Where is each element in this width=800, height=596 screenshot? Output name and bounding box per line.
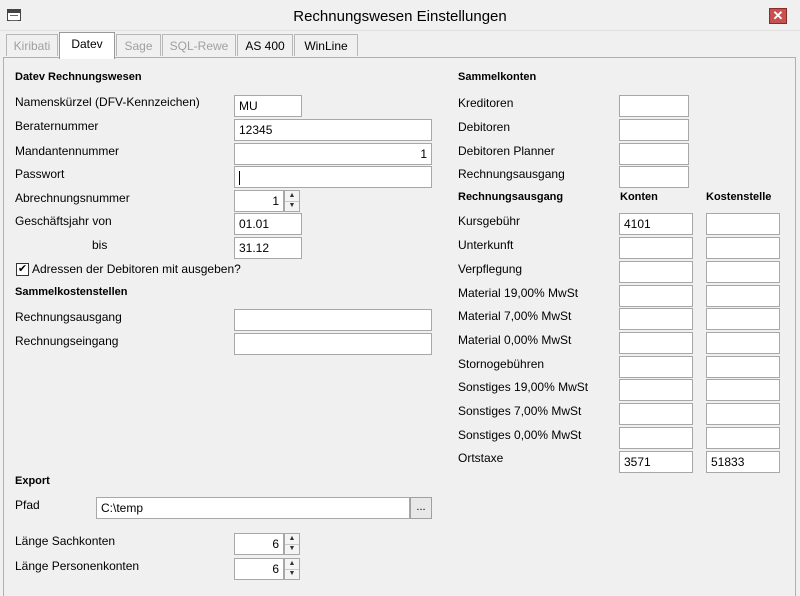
- konten-input[interactable]: [619, 403, 693, 425]
- laenge-sachkonten-spinner[interactable]: ▲ ▼: [284, 533, 300, 555]
- kostenstelle-input[interactable]: [706, 332, 780, 354]
- kostenstelle-input[interactable]: [706, 213, 780, 235]
- namenskuerzel-input[interactable]: MU: [234, 95, 302, 117]
- window-title: Rechnungswesen Einstellungen: [293, 8, 507, 25]
- tab-kiribati[interactable]: Kiribati: [6, 34, 58, 56]
- pfad-input[interactable]: C:\temp: [96, 497, 410, 519]
- spinner-down-icon[interactable]: ▼: [285, 569, 299, 579]
- beraternummer-input[interactable]: 12345: [234, 119, 432, 141]
- section-heading-datev: Datev Rechnungswesen: [15, 71, 142, 83]
- kst-rechnungsausgang-input[interactable]: [234, 309, 432, 331]
- konten-input[interactable]: [619, 261, 693, 283]
- mandantennummer-label: Mandantennummer: [15, 144, 120, 158]
- row-label: Stornogebühren: [458, 357, 545, 371]
- kostenstelle-input[interactable]: [706, 356, 780, 378]
- debitoren-planner-input[interactable]: [619, 143, 689, 165]
- beraternummer-label: Beraternummer: [15, 119, 99, 133]
- tab-as400[interactable]: AS 400: [237, 34, 293, 56]
- konten-input[interactable]: [619, 285, 693, 307]
- title-bar: Rechnungswesen Einstellungen ✕: [0, 0, 800, 31]
- pfad-label: Pfad: [15, 498, 40, 512]
- row-label: Sonstiges 19,00% MwSt: [458, 380, 589, 394]
- section-heading-export: Export: [15, 475, 50, 487]
- konten-input[interactable]: 4101: [619, 213, 693, 235]
- debitoren-planner-label: Debitoren Planner: [458, 144, 555, 158]
- row-label: Material 7,00% MwSt: [458, 309, 572, 323]
- geschaeftsjahr-bis-input[interactable]: 31.12: [234, 237, 302, 259]
- spinner-down-icon[interactable]: ▼: [285, 544, 299, 554]
- abrechnungsnummer-label: Abrechnungsnummer: [15, 191, 130, 205]
- konten-input[interactable]: [619, 237, 693, 259]
- row-label: Unterkunft: [458, 238, 514, 252]
- laenge-personenkonten-spinner[interactable]: ▲ ▼: [284, 558, 300, 580]
- section-heading-sammelkonten: Sammelkonten: [458, 71, 537, 83]
- text-cursor: [239, 170, 240, 185]
- kostenstelle-input[interactable]: [706, 403, 780, 425]
- kst-rechnungsausgang-label: Rechnungsausgang: [15, 310, 122, 324]
- kostenstelle-input[interactable]: [706, 237, 780, 259]
- row-label: Sonstiges 7,00% MwSt: [458, 404, 582, 418]
- passwort-input[interactable]: [234, 166, 432, 188]
- section-heading-sammelkostenstellen: Sammelkostenstellen: [15, 286, 128, 298]
- tab-sql-rewe[interactable]: SQL-Rewe: [162, 34, 236, 56]
- konten-input[interactable]: [619, 356, 693, 378]
- kreditoren-input[interactable]: [619, 95, 689, 117]
- debitoren-label: Debitoren: [458, 120, 511, 134]
- kst-rechnungseingang-input[interactable]: [234, 333, 432, 355]
- laenge-personenkonten-input[interactable]: 6: [234, 558, 284, 580]
- passwort-label: Passwort: [15, 167, 65, 181]
- column-header-konten: Konten: [620, 191, 658, 203]
- tab-sage[interactable]: Sage: [116, 34, 161, 56]
- konten-input[interactable]: [619, 332, 693, 354]
- abrechnungsnummer-input[interactable]: 1: [234, 190, 284, 212]
- tab-winline[interactable]: WinLine: [294, 34, 358, 56]
- namenskuerzel-label: Namenskürzel (DFV-Kennzeichen): [15, 95, 200, 109]
- konten-input[interactable]: [619, 308, 693, 330]
- row-label: Kursgebühr: [458, 214, 521, 228]
- laenge-personenkonten-label: Länge Personenkonten: [15, 559, 140, 573]
- geschaeftsjahr-von-input[interactable]: 01.01: [234, 213, 302, 235]
- kostenstelle-input[interactable]: [706, 261, 780, 283]
- laenge-sachkonten-label: Länge Sachkonten: [15, 534, 116, 548]
- abrechnungsnummer-spinner[interactable]: ▲ ▼: [284, 190, 300, 212]
- browse-button[interactable]: ...: [410, 497, 432, 519]
- section-heading-rechnungsausgang: Rechnungsausgang: [458, 191, 564, 203]
- row-label: Sonstiges 0,00% MwSt: [458, 428, 582, 442]
- kreditoren-label: Kreditoren: [458, 96, 514, 110]
- column-header-kostenstelle: Kostenstelle: [706, 191, 772, 203]
- kostenstelle-input[interactable]: [706, 285, 780, 307]
- row-label: Verpflegung: [458, 262, 523, 276]
- geschaeftsjahr-von-label: Geschäftsjahr von: [15, 214, 112, 228]
- row-label: Material 19,00% MwSt: [458, 286, 579, 300]
- row-label: Material 0,00% MwSt: [458, 333, 572, 347]
- kostenstelle-input[interactable]: [706, 427, 780, 449]
- mandantennummer-input[interactable]: 1: [234, 143, 432, 165]
- adressen-checkbox-label[interactable]: Adressen der Debitoren mit ausgeben?: [32, 262, 241, 276]
- kst-rechnungseingang-label: Rechnungseingang: [15, 334, 119, 348]
- kostenstelle-input[interactable]: 51833: [706, 451, 780, 473]
- kostenstelle-input[interactable]: [706, 308, 780, 330]
- sk-rechnungsausgang-input[interactable]: [619, 166, 689, 188]
- laenge-sachkonten-input[interactable]: 6: [234, 533, 284, 555]
- konten-input[interactable]: 3571: [619, 451, 693, 473]
- adressen-checkbox[interactable]: ✔: [16, 263, 29, 276]
- close-button[interactable]: ✕: [769, 8, 787, 24]
- sk-rechnungsausgang-label: Rechnungsausgang: [458, 167, 565, 181]
- spinner-down-icon[interactable]: ▼: [285, 201, 299, 211]
- tab-datev[interactable]: Datev: [59, 32, 115, 59]
- konten-input[interactable]: [619, 427, 693, 449]
- geschaeftsjahr-bis-label: bis: [92, 238, 108, 252]
- row-label: Ortstaxe: [458, 451, 504, 465]
- kostenstelle-input[interactable]: [706, 379, 780, 401]
- debitoren-input[interactable]: [619, 119, 689, 141]
- konten-input[interactable]: [619, 379, 693, 401]
